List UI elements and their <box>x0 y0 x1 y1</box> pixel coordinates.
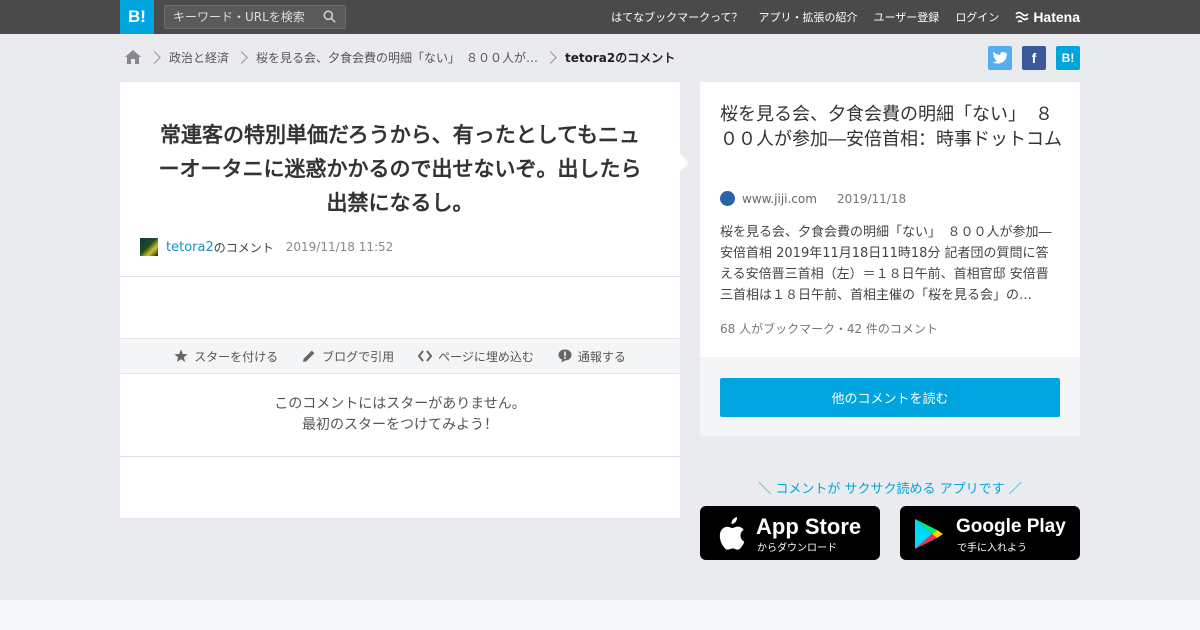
report-label: 通報する <box>577 349 626 364</box>
entry-title[interactable]: 桜を見る会、夕食会費の明細「ない」 ８００人が参加―安倍首相：時事ドットコム <box>720 102 1065 152</box>
no-star-line2: 最初のスターをつけてみよう！ <box>302 417 498 433</box>
add-star-button[interactable]: スターを付ける <box>174 348 278 365</box>
app-promo-text: ＼ コメントが サクサク読める アプリです ／ <box>758 482 1022 497</box>
hatena-link[interactable]: Hatena <box>1015 9 1080 25</box>
comment-meta: tetora2 のコメント 2019/11/18 11:52 <box>140 238 393 256</box>
hatena-icon <box>1015 11 1029 23</box>
pencil-icon <box>303 350 315 362</box>
google-play-icon <box>915 519 943 549</box>
entry-domain[interactable]: www.jiji.com <box>742 192 817 206</box>
comment-user-link[interactable]: tetora2 <box>166 240 214 255</box>
breadcrumb-category[interactable]: 政治と経済 <box>169 49 229 66</box>
card-pointer <box>678 152 689 174</box>
nav-register[interactable]: ユーザー登録 <box>874 9 940 25</box>
add-star-label: スターを付ける <box>194 349 279 364</box>
search-icon[interactable] <box>323 10 336 23</box>
app-store-button[interactable]: App Store からダウンロード <box>700 506 880 560</box>
footer <box>0 600 1200 630</box>
entry-summary: 桜を見る会、夕食会費の明細「ない」 ８００人が参加―安倍首相 2019年11月1… <box>720 225 1052 303</box>
nav-apps[interactable]: アプリ・拡張の紹介 <box>759 9 858 25</box>
nav-login[interactable]: ログイン <box>955 9 999 25</box>
blog-quote-button[interactable]: ブログで引用 <box>302 348 394 365</box>
entry-card: 桜を見る会、夕食会費の明細「ない」 ８００人が参加―安倍首相：時事ドットコム w… <box>700 82 1080 436</box>
share-buttons: f B! <box>988 46 1080 70</box>
read-comments-button[interactable]: 他のコメントを読む <box>720 378 1060 417</box>
embed-button[interactable]: ページに埋め込む <box>418 348 534 365</box>
star-icon <box>174 349 188 362</box>
apple-icon <box>719 517 745 550</box>
report-icon <box>558 349 572 363</box>
hatebu-logo[interactable]: B! <box>120 0 154 34</box>
app-store-sublabel: からダウンロード <box>757 543 837 554</box>
no-star-message: このコメントにはスターがありません。 最初のスターをつけてみよう！ <box>120 394 680 436</box>
report-button[interactable]: 通報する <box>558 348 626 365</box>
comment-user-suffix: のコメント <box>213 240 274 255</box>
comment-card: 常連客の特別単価だろうから、有ったとしてもニューオータニに迷惑かかるので出せない… <box>120 82 680 518</box>
divider <box>120 456 680 457</box>
comment-actions: スターを付ける ブログで引用 ページに埋め込む 通報する <box>120 338 680 374</box>
entry-stats: 68 人がブックマーク・42 件のコメント <box>720 322 938 336</box>
code-icon <box>418 350 433 362</box>
google-play-sublabel: で手に入れよう <box>957 543 1027 554</box>
chevron-right-icon <box>235 50 248 64</box>
twitter-share-button[interactable] <box>988 46 1012 70</box>
breadcrumb-current: tetora2のコメント <box>565 50 676 65</box>
app-store-label: App Store <box>756 514 862 539</box>
search-box[interactable] <box>164 5 346 29</box>
twitter-icon <box>992 51 1007 64</box>
entry-source: www.jiji.com 2019/11/18 <box>720 191 906 206</box>
top-bar: B! はてなブックマークって？ アプリ・拡張の紹介 ユーザー登録 ログイン Ha… <box>0 0 1200 34</box>
search-input[interactable] <box>173 9 318 25</box>
entry-info: 桜を見る会、夕食会費の明細「ない」 ８００人が参加―安倍首相：時事ドットコム w… <box>700 82 1080 357</box>
comment-date[interactable]: 2019/11/18 11:52 <box>286 240 394 254</box>
chevron-right-icon <box>544 50 557 64</box>
comment-text: 常連客の特別単価だろうから、有ったとしてもニューオータニに迷惑かかるので出せない… <box>158 123 642 215</box>
top-nav: はてなブックマークって？ アプリ・拡張の紹介 ユーザー登録 ログイン Haten… <box>611 0 1080 34</box>
chevron-right-icon <box>148 50 161 64</box>
embed-label: ページに埋め込む <box>438 349 534 364</box>
site-favicon-icon <box>720 191 735 206</box>
divider <box>120 276 680 277</box>
breadcrumb: 政治と経済 桜を見る会、夕食会費の明細「ない」 ８００人が… tetora2のコ… <box>124 47 675 67</box>
no-star-line1: このコメントにはスターがありません。 <box>274 396 526 412</box>
google-play-button[interactable]: Google Play で手に入れよう <box>900 506 1080 560</box>
nav-about[interactable]: はてなブックマークって？ <box>611 9 742 25</box>
facebook-share-button[interactable]: f <box>1022 46 1046 70</box>
hatebu-share-button[interactable]: B! <box>1056 46 1080 70</box>
home-icon[interactable] <box>124 49 142 65</box>
breadcrumb-entry[interactable]: 桜を見る会、夕食会費の明細「ない」 ８００人が… <box>256 49 538 66</box>
entry-date: 2019/11/18 <box>836 191 907 206</box>
avatar[interactable] <box>140 238 158 256</box>
blog-quote-label: ブログで引用 <box>322 349 395 364</box>
google-play-label: Google Play <box>956 516 1066 537</box>
hatena-label: Hatena <box>1033 9 1080 25</box>
